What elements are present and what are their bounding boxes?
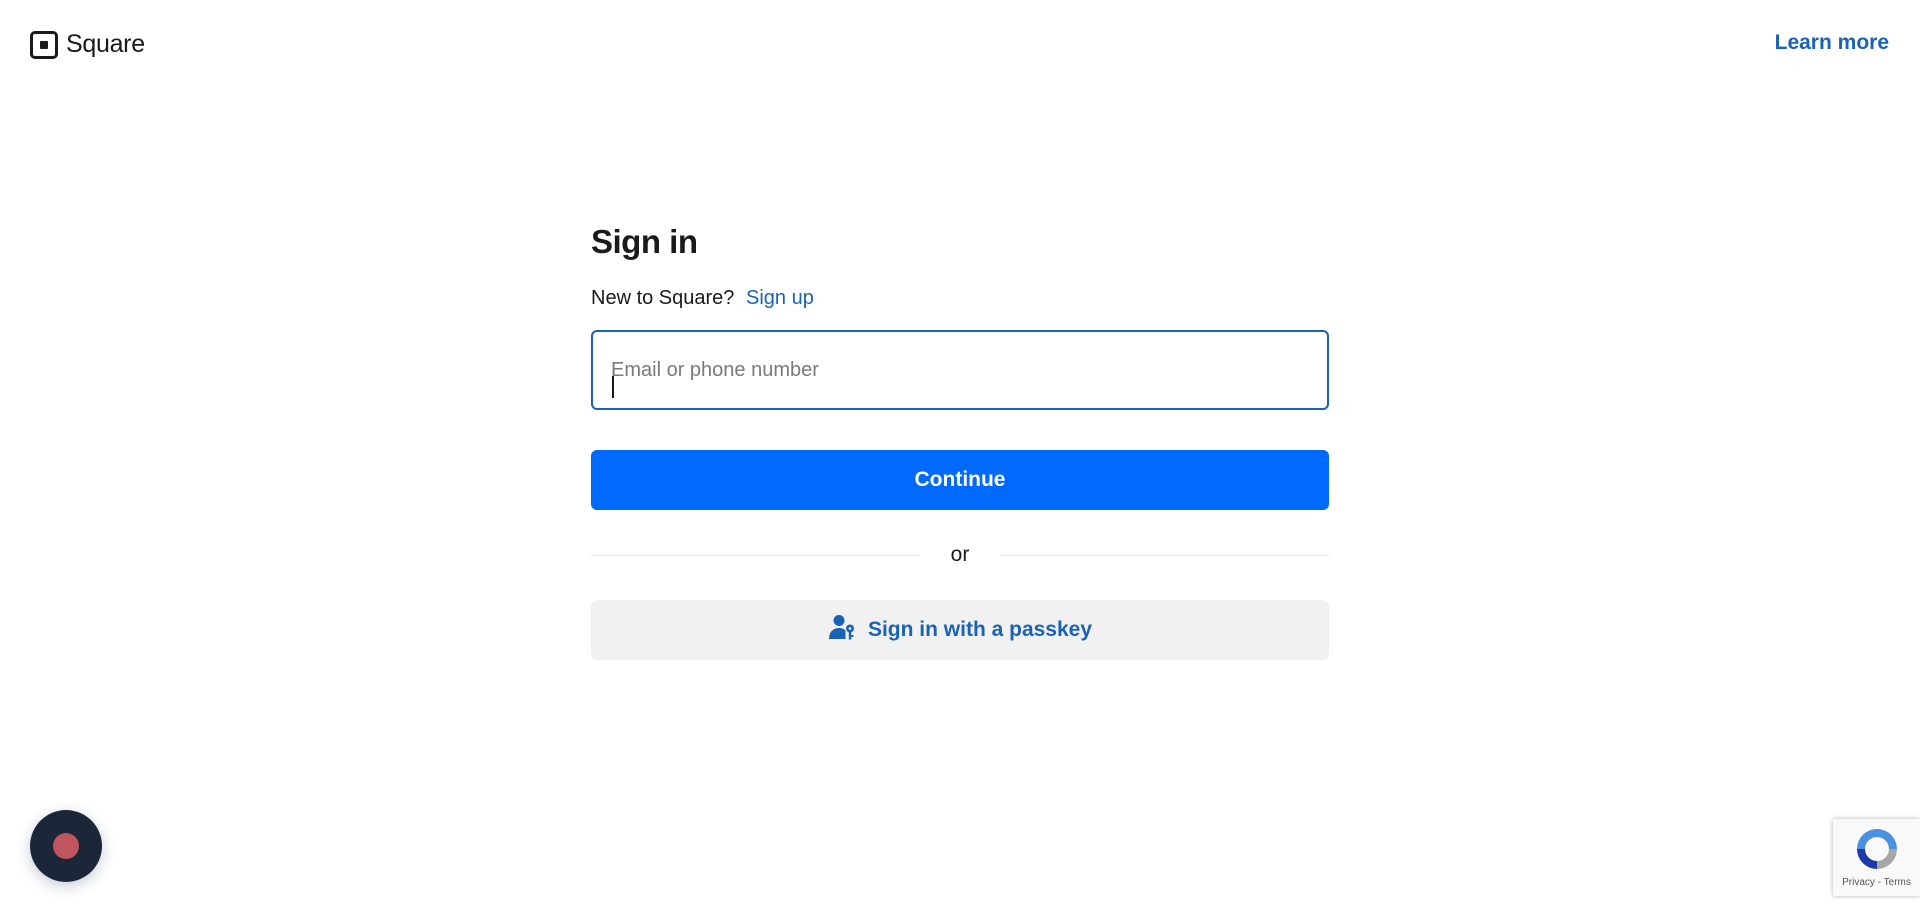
sign-up-link[interactable]: Sign up	[746, 287, 814, 309]
new-user-text: New to Square?	[591, 287, 735, 309]
chat-bubble-button[interactable]	[30, 810, 102, 882]
or-divider: or	[591, 540, 1329, 570]
continue-button[interactable]: Continue	[591, 450, 1329, 510]
divider-text: or	[950, 543, 970, 566]
text-caret	[612, 376, 614, 398]
sign-in-form: Sign in New to Square? Sign up Continue …	[591, 220, 1329, 660]
email-phone-field	[591, 330, 1329, 410]
divider-line-left	[591, 554, 920, 556]
square-logo-icon	[30, 30, 58, 59]
email-phone-input[interactable]	[593, 332, 1327, 408]
recaptcha-terms[interactable]: Privacy - Terms	[1833, 877, 1920, 888]
chat-bubble-icon	[53, 833, 79, 859]
page-title: Sign in	[591, 223, 698, 260]
logo-text: Square	[66, 30, 145, 58]
user-key-icon	[828, 613, 856, 647]
divider-line-right	[1000, 554, 1329, 556]
passkey-button-label: Sign in with a passkey	[867, 618, 1093, 641]
page: Square Learn more Sign in New to Square?…	[0, 0, 1920, 912]
recaptcha-badge[interactable]: Privacy - Terms	[1833, 819, 1920, 896]
passkey-sign-in-button[interactable]: Sign in with a passkey	[591, 600, 1329, 660]
square-logo[interactable]: Square	[30, 30, 145, 59]
signup-prompt: New to Square? Sign up	[591, 284, 1329, 312]
learn-more-link[interactable]: Learn more	[1775, 31, 1889, 55]
